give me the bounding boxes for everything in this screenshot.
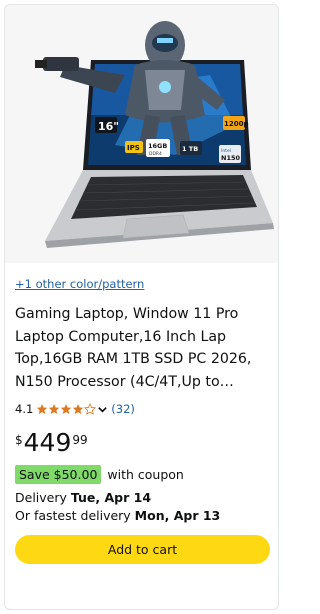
- add-to-cart-button[interactable]: Add to cart: [15, 535, 270, 564]
- chevron-down-icon[interactable]: [97, 404, 108, 415]
- resolution-badge: 1200p: [224, 120, 249, 128]
- delivery-fastest-date: Mon, Apr 13: [134, 508, 221, 523]
- delivery-fastest-label: Or fastest delivery: [15, 508, 135, 523]
- ram-badge: 16GB: [148, 142, 167, 150]
- price-whole: 449: [23, 428, 72, 457]
- star-full-icon: [61, 404, 72, 414]
- rating-row[interactable]: 4.1 (32): [15, 401, 135, 417]
- ram-sub-badge: DDR4: [149, 151, 162, 157]
- star-rating[interactable]: [36, 403, 97, 415]
- delivery-standard-label: Delivery: [15, 490, 71, 505]
- delivery-standard: Delivery Tue, Apr 14: [15, 490, 151, 505]
- ips-badge: IPS: [127, 144, 140, 152]
- rating-value: 4.1: [15, 402, 34, 416]
- review-count-link[interactable]: (32): [111, 402, 135, 416]
- coupon-text: with coupon: [107, 466, 184, 482]
- star-full-icon: [37, 404, 48, 414]
- star-full-icon: [73, 404, 84, 414]
- other-color-link[interactable]: +1 other color/pattern: [15, 277, 144, 291]
- product-image[interactable]: 16" 1200p IPS 16GB DDR4 1 TB Intel N150: [5, 5, 278, 263]
- price[interactable]: $ 449 99: [15, 429, 88, 459]
- product-card: 16" 1200p IPS 16GB DDR4 1 TB Intel N150: [4, 4, 279, 610]
- star-full-icon: [49, 404, 60, 414]
- price-fraction: 99: [72, 433, 88, 447]
- storage-badge: 1 TB: [182, 145, 198, 153]
- cpu-badge: N150: [221, 154, 240, 162]
- price-symbol: $: [15, 433, 23, 447]
- delivery-fastest: Or fastest delivery Mon, Apr 13: [15, 508, 220, 523]
- delivery-standard-date: Tue, Apr 14: [70, 490, 152, 505]
- screen-size-badge: 16": [98, 120, 119, 133]
- coupon-row: Save $50.00 with coupon: [15, 464, 184, 484]
- star-empty-icon: [84, 403, 97, 415]
- product-title[interactable]: Gaming Laptop, Window 11 Pro Laptop Comp…: [15, 303, 273, 393]
- coupon-badge: Save $50.00: [15, 464, 102, 484]
- product-image-container[interactable]: 16" 1200p IPS 16GB DDR4 1 TB Intel N150: [5, 5, 278, 263]
